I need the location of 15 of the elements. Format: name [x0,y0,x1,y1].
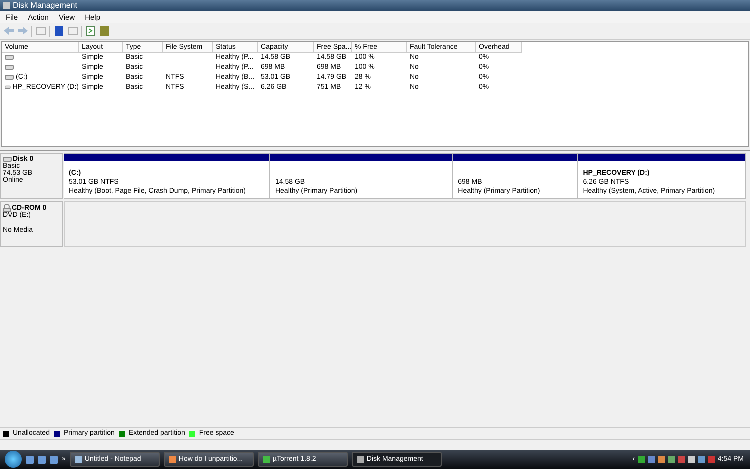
drive-icon [3,157,12,162]
window-title: Disk Management [13,1,78,10]
app-icon [168,456,176,463]
app-icon [262,456,270,463]
app-icon [74,456,82,463]
app-icon [356,456,364,463]
refresh-icon [86,26,95,36]
panel-icon [36,27,46,35]
forward-arrow-icon [18,27,28,35]
toolbar-button[interactable] [53,26,64,36]
panel-icon [68,27,78,35]
back-arrow-icon [4,27,14,35]
toolbar-button[interactable] [85,26,96,36]
start-button[interactable] [5,451,22,468]
cd-drive-icon [3,204,11,212]
